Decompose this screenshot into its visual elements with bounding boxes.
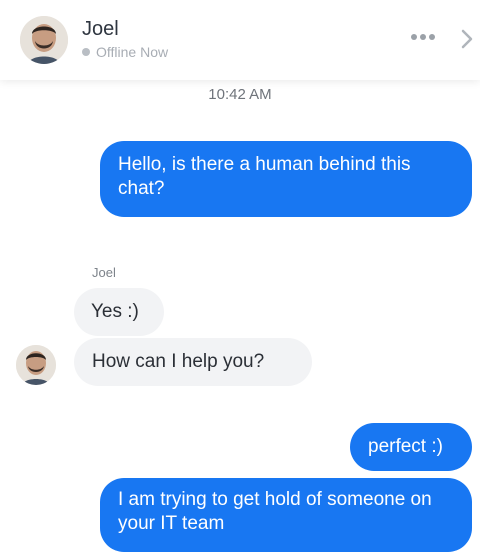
- message-timestamp: 10:42 AM: [208, 86, 272, 103]
- message-text: I am trying to get hold of someone on yo…: [118, 489, 432, 534]
- status-text: Offline Now: [96, 44, 169, 60]
- more-dots-icon: [411, 34, 435, 40]
- avatar-image-icon: [20, 16, 68, 64]
- chevron-right-icon[interactable]: [458, 28, 476, 50]
- outgoing-message-bubble[interactable]: I am trying to get hold of someone on yo…: [100, 478, 472, 552]
- message-text: perfect :): [368, 436, 443, 457]
- avatar-image-icon: [16, 345, 56, 385]
- message-text: How can I help you?: [92, 351, 265, 372]
- incoming-message-bubble[interactable]: How can I help you?: [74, 338, 312, 386]
- more-options-icon[interactable]: [405, 27, 441, 47]
- chat-window: Joel Offline Now 10:42 AM Hello, is ther…: [0, 0, 480, 552]
- incoming-avatar[interactable]: [16, 345, 56, 385]
- contact-avatar[interactable]: [20, 16, 68, 64]
- message-text: Yes :): [91, 301, 139, 322]
- contact-name[interactable]: Joel: [82, 18, 119, 41]
- contact-status: Offline Now: [82, 44, 168, 60]
- outgoing-message-bubble[interactable]: perfect :): [350, 423, 472, 471]
- incoming-message-bubble[interactable]: Yes :): [74, 288, 164, 336]
- chevron-shape-icon: [461, 29, 473, 49]
- chat-header: Joel Offline Now: [0, 0, 480, 80]
- sender-name-label: Joel: [92, 265, 116, 280]
- status-dot-icon: [82, 48, 90, 56]
- message-text: Hello, is there a human behind this chat…: [118, 154, 411, 199]
- outgoing-message-bubble[interactable]: Hello, is there a human behind this chat…: [100, 141, 472, 217]
